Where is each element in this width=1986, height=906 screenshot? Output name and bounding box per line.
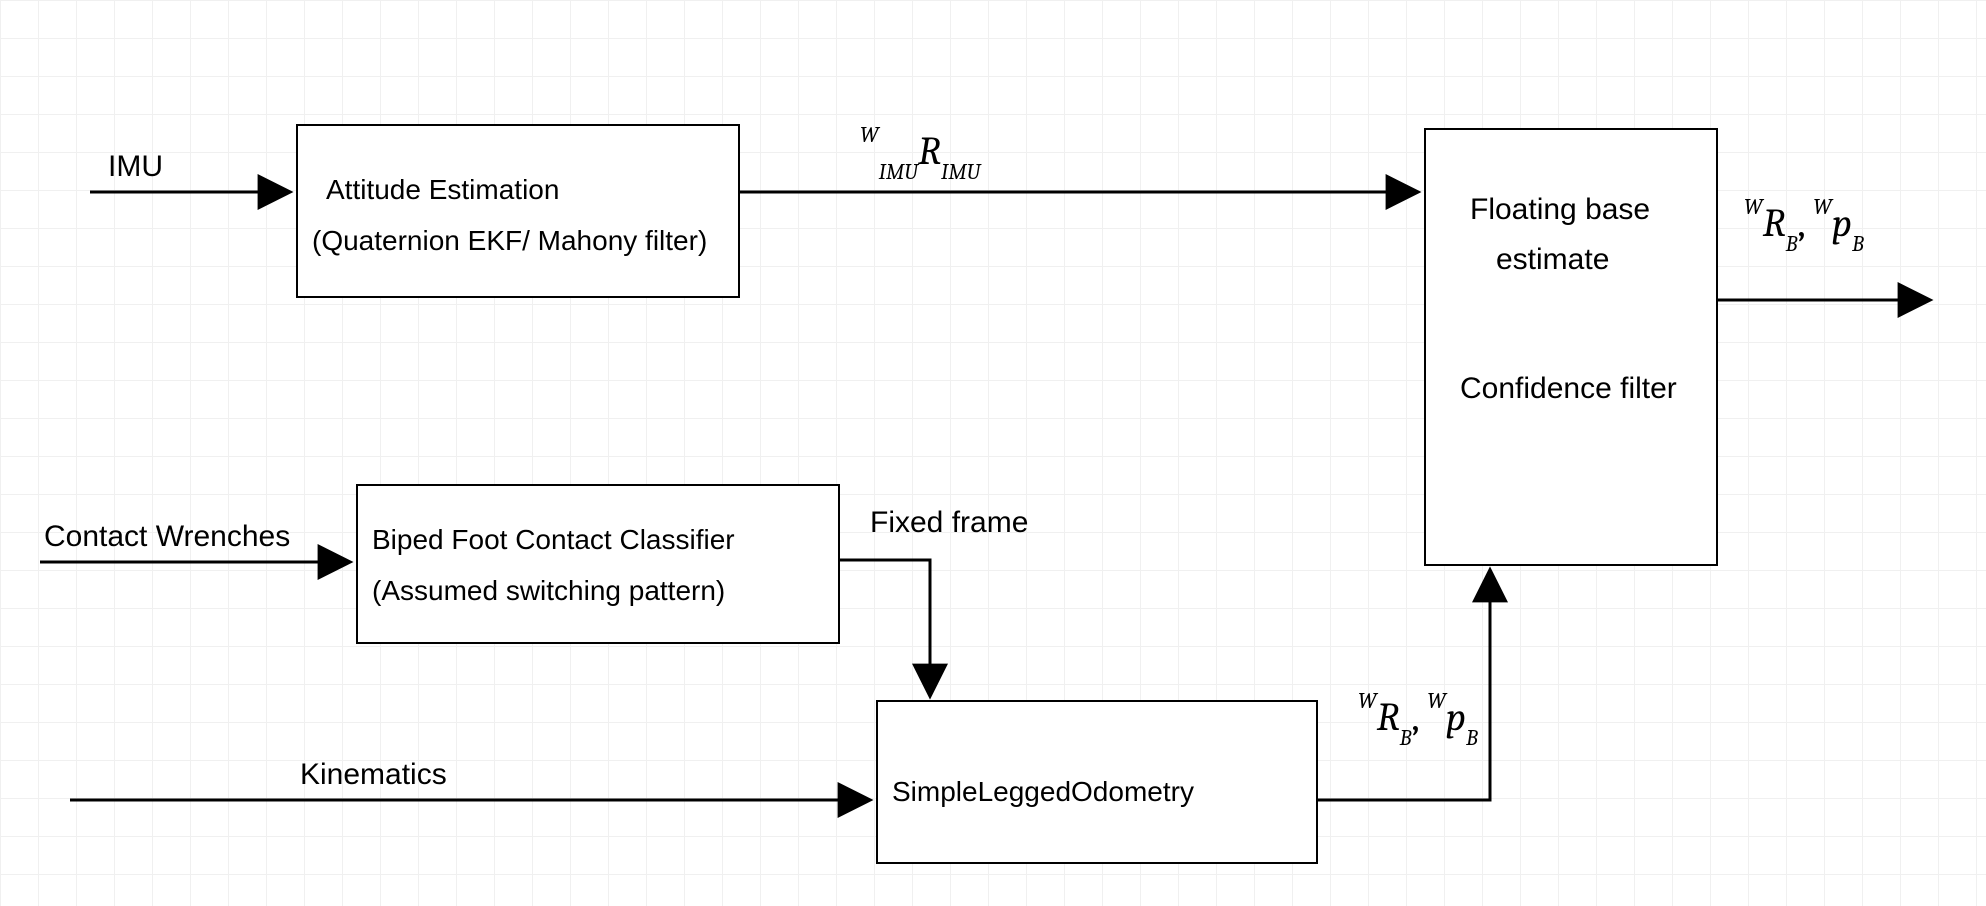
math-wrb-wpb-output: WRB, WpB	[1744, 200, 1864, 251]
block-floating-base: Floating base estimate Confidence filter	[1424, 128, 1718, 566]
diagram-canvas: IMU Contact Wrenches Kinematics Attitude…	[0, 0, 1986, 906]
block-floating-line3: Confidence filter	[1460, 367, 1692, 411]
block-classifier-line1: Biped Foot Contact Classifier	[372, 520, 824, 561]
edge-label-fixed-frame: Fixed frame	[870, 506, 1028, 540]
block-odometry-line1: SimpleLeggedOdometry	[892, 772, 1302, 813]
block-attitude-line1: Attitude Estimation	[326, 170, 724, 211]
block-attitude-line2: (Quaternion EKF/ Mahony filter)	[312, 221, 724, 262]
input-label-kinematics: Kinematics	[300, 758, 447, 792]
arrow-classifier-to-odometry	[840, 560, 930, 696]
block-contact-classifier: Biped Foot Contact Classifier (Assumed s…	[356, 484, 840, 644]
block-floating-line2: estimate	[1496, 238, 1692, 282]
input-label-contact-wrenches: Contact Wrenches	[44, 520, 290, 554]
math-wimu-r-imu: WIMURIMU	[860, 128, 980, 179]
arrow-odometry-to-floating	[1318, 570, 1490, 800]
block-floating-line1: Floating base	[1470, 188, 1692, 232]
math-wrb-wpb-mid: WRB, WpB	[1358, 694, 1478, 745]
block-attitude-estimation: Attitude Estimation (Quaternion EKF/ Mah…	[296, 124, 740, 298]
block-classifier-line2: (Assumed switching pattern)	[372, 571, 824, 612]
input-label-imu: IMU	[108, 150, 163, 184]
block-odometry: SimpleLeggedOdometry	[876, 700, 1318, 864]
